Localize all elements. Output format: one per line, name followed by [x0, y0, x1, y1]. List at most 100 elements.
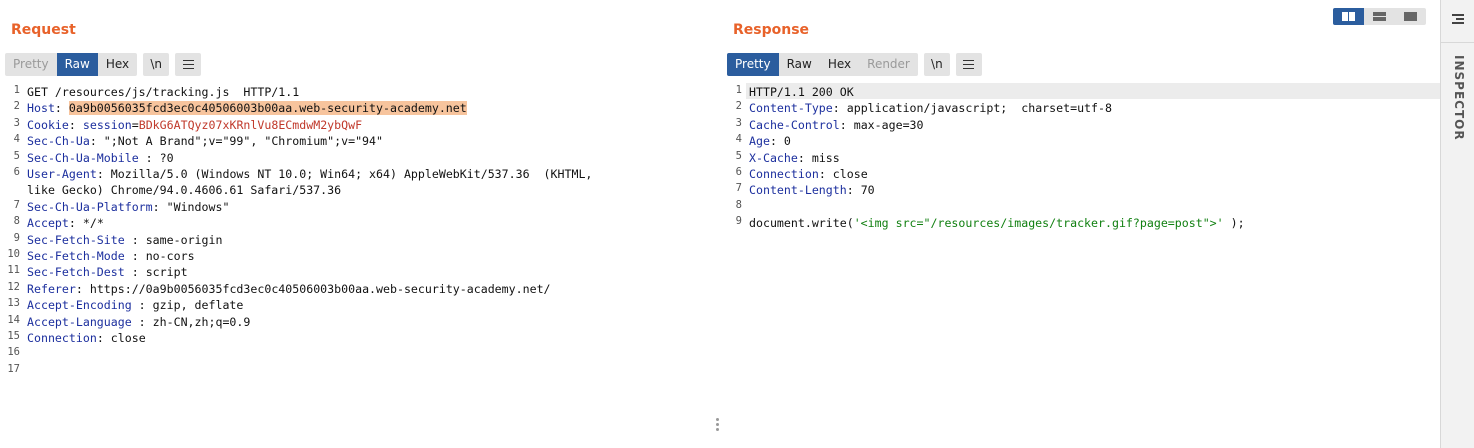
header-name: Host: [27, 101, 55, 116]
layout-tabs-button[interactable]: [1395, 8, 1426, 25]
cookie-value: BDkG6ATQyz07xKRnlVu8ECmdwM2ybQwF: [138, 117, 363, 132]
inspector-sidebar: INSPECTOR: [1440, 0, 1474, 448]
code-line[interactable]: Connection: close: [27, 330, 146, 346]
header-name: Age: [749, 134, 770, 149]
code-line[interactable]: Accept-Encoding : gzip, deflate: [27, 297, 243, 313]
code-line[interactable]: Sec-Fetch-Site : same-origin: [27, 232, 222, 248]
header-name: Content-Type: [749, 101, 833, 116]
code-line[interactable]: Referer: https://0a9b0056035fcd3ec0c4050…: [27, 281, 551, 297]
header-name: Accept-Encoding: [27, 298, 132, 313]
rows-icon: [1373, 12, 1386, 21]
header-separator: :: [839, 117, 854, 132]
code-line[interactable]: Content-Type: application/javascript; ch…: [749, 100, 1112, 116]
header-value: close: [110, 331, 146, 345]
code-line[interactable]: like Gecko) Chrome/94.0.4606.61 Safari/5…: [27, 182, 341, 198]
line-number: 9: [13, 231, 20, 244]
code-line[interactable]: Accept: */*: [27, 215, 104, 231]
code-line[interactable]: Sec-Fetch-Mode : no-cors: [27, 248, 195, 264]
line-number: 8: [13, 215, 20, 228]
layout-stacked-button[interactable]: [1364, 8, 1395, 25]
response-tab-hex[interactable]: Hex: [820, 53, 859, 76]
header-name: Sec-Ch-Ua-Platform: [27, 199, 153, 214]
header-separator: :: [152, 199, 167, 214]
response-menu-button[interactable]: [955, 53, 982, 76]
line-number: 12: [7, 280, 20, 293]
code-line[interactable]: HTTP/1.1 200 OK: [749, 84, 854, 100]
code-line[interactable]: document.write('<img src="/resources/ima…: [749, 215, 1245, 231]
line-number: 7: [13, 198, 20, 211]
request-tab-pretty[interactable]: Pretty: [5, 53, 57, 76]
code-line[interactable]: Age: 0: [749, 133, 791, 149]
response-tab-pretty[interactable]: Pretty: [727, 53, 779, 76]
grip-dot-icon: [716, 423, 719, 426]
request-tab-hex[interactable]: Hex: [98, 53, 137, 76]
header-value: application/javascript; charset=utf-8: [846, 101, 1112, 116]
request-editor[interactable]: 1 2 3 4 5 6 7 8 9 10 11 12 13 14 15 16 17 GET /resources…: [0, 83, 720, 448]
line-number: 11: [7, 264, 20, 277]
header-value: miss: [811, 150, 840, 165]
header-value: https://0a9b0056035fcd3ec0c40506003b00aa…: [89, 281, 551, 296]
code-line[interactable]: Sec-Fetch-Dest : script: [27, 264, 188, 280]
line-number: 6: [735, 166, 742, 178]
header-value: close: [832, 167, 868, 181]
request-view-tabs: Pretty Raw Hex: [5, 53, 138, 76]
header-name: Accept: [27, 216, 69, 231]
header-separator: :: [96, 167, 111, 181]
header-value: "Windows": [166, 199, 230, 214]
line-number: 8: [735, 198, 742, 211]
hamburger-icon: [963, 60, 975, 69]
header-name: Connection: [749, 167, 819, 181]
response-tab-render[interactable]: Render: [859, 53, 918, 76]
header-separator: :: [769, 134, 784, 149]
pane-resize-handle[interactable]: [716, 418, 720, 433]
code-line[interactable]: Content-Length: 70: [749, 182, 875, 198]
line-number: 9: [735, 215, 742, 228]
header-separator: :: [96, 331, 111, 345]
request-tab-raw[interactable]: Raw: [56, 53, 98, 76]
layout-side-by-side-button[interactable]: [1333, 8, 1364, 25]
code-line[interactable]: Sec-Ch-Ua: ";Not A Brand";v="99", "Chrom…: [27, 133, 383, 149]
line-number: 1: [735, 84, 742, 96]
header-value: 70: [860, 183, 875, 198]
code-line[interactable]: Accept-Language : zh-CN,zh;q=0.9: [27, 314, 250, 330]
header-value: like Gecko) Chrome/94.0.4606.61 Safari/5…: [27, 183, 342, 198]
request-line-numbers: 1 2 3 4 5 6 7 8 9 10 11 12 13 14 15 16 17: [0, 83, 24, 448]
request-title: Request: [11, 22, 76, 38]
header-value: gzip, deflate: [152, 298, 244, 313]
header-separator: :: [89, 134, 104, 149]
header-separator: :: [832, 101, 847, 116]
code-line[interactable]: GET /resources/js/tracking.js HTTP/1.1: [27, 84, 299, 100]
header-name: Sec-Fetch-Mode: [27, 249, 125, 263]
line-number: 2: [735, 100, 742, 113]
inspector-tab[interactable]: INSPECTOR: [1450, 55, 1466, 155]
grip-dot-icon: [716, 428, 719, 431]
hamburger-icon: [182, 60, 194, 69]
header-value: script: [145, 265, 188, 280]
inspector-menu-icon[interactable]: [1452, 14, 1464, 24]
code-line[interactable]: Cache-Control: max-age=30: [749, 117, 924, 133]
header-separator: :: [846, 183, 861, 198]
header-separator: :: [797, 150, 812, 165]
header-value: same-origin: [145, 232, 223, 247]
line-number: 6: [13, 166, 20, 178]
response-editor[interactable]: 123456789 HTTP/1.1 200 OK Content-Type: a…: [722, 83, 1440, 448]
line-number: 16: [7, 346, 20, 359]
code-line[interactable]: Sec-Ch-Ua-Mobile : ?0: [27, 150, 174, 166]
header-separator: :: [68, 117, 83, 132]
line-number: 7: [735, 182, 742, 195]
request-newline-toggle[interactable]: \n: [143, 53, 170, 76]
response-tab-raw[interactable]: Raw: [779, 53, 820, 76]
header-name: Referer: [27, 281, 76, 296]
response-newline-toggle[interactable]: \n: [923, 53, 950, 76]
line-number: 4: [13, 133, 20, 146]
request-menu-button[interactable]: [175, 53, 202, 76]
code-line[interactable]: User-Agent: Mozilla/5.0 (Windows NT 10.0…: [27, 166, 592, 182]
request-toolbar: Pretty Raw Hex \n: [5, 53, 202, 76]
code-line[interactable]: Connection: close: [749, 166, 868, 182]
code-line[interactable]: X-Cache: miss: [749, 150, 840, 166]
code-line[interactable]: Host: 0a9b0056035fcd3ec0c40506003b00aa.w…: [27, 100, 467, 116]
line-number: 2: [13, 100, 20, 113]
code-line[interactable]: Sec-Ch-Ua-Platform: "Windows": [27, 199, 229, 215]
code-line[interactable]: Cookie: session=BDkG6ATQyz07xKRnlVu8ECmd…: [27, 117, 362, 133]
header-separator: :: [818, 167, 833, 181]
